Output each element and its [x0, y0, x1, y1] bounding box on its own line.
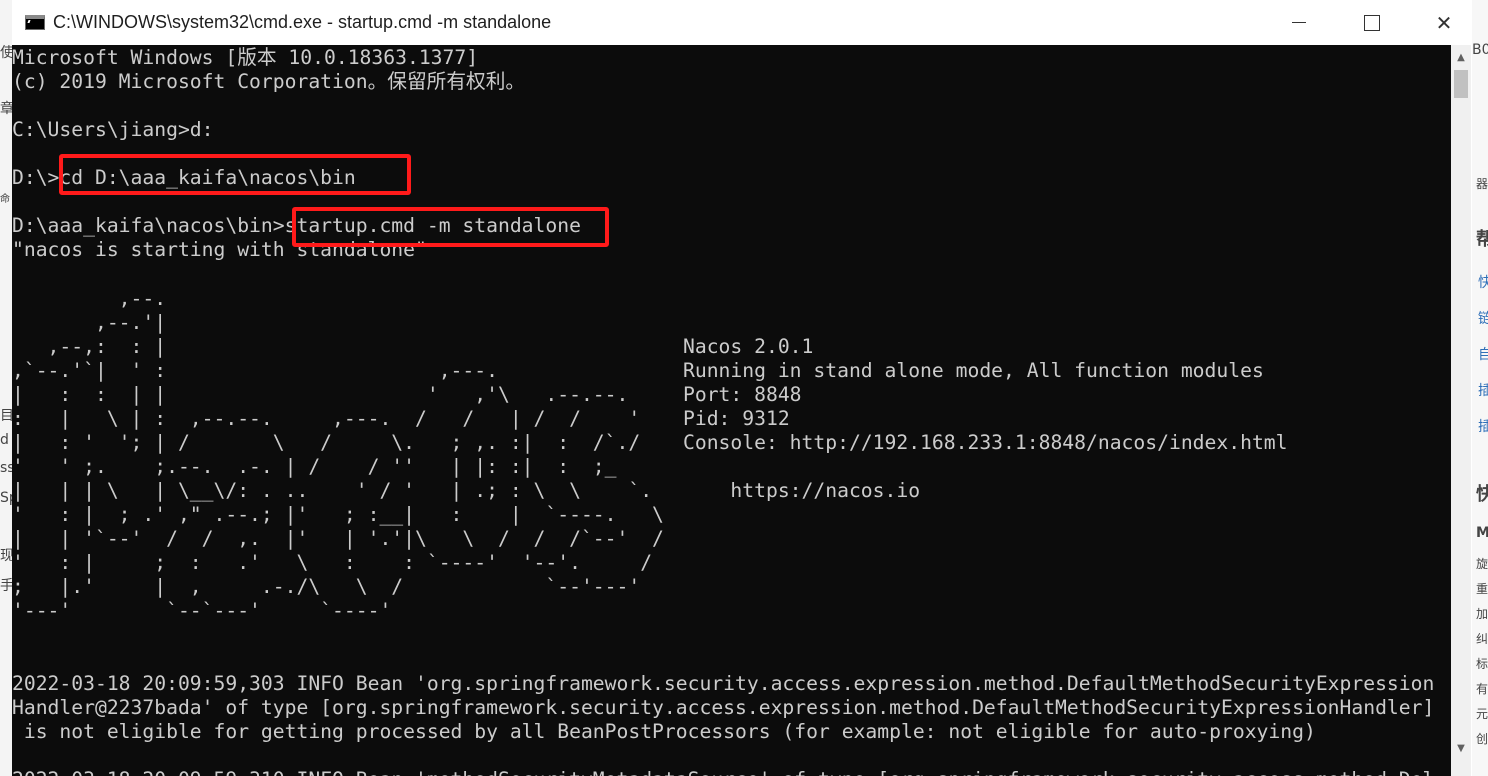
bg-text-fragment: d: [0, 432, 9, 448]
highlight-box-cd-command: [59, 154, 411, 195]
bg-text-fragment: 帮: [1476, 229, 1488, 250]
title-bar[interactable]: C:\WINDOWS\system32\cmd.exe - startup.cm…: [12, 0, 1471, 45]
close-button[interactable]: ✕: [1409, 0, 1471, 45]
bg-text-fragment: 插: [1478, 419, 1488, 435]
bg-text-fragment: 链: [1478, 311, 1488, 327]
bg-text-fragment: 插: [1478, 383, 1488, 399]
bg-text-fragment: 元: [1476, 707, 1488, 721]
bg-text-fragment: 有: [1476, 682, 1488, 696]
maximize-button[interactable]: [1337, 0, 1407, 45]
nacos-ascii-art: ,--. ,--.'| ,--,: : | ,`--.'`| ' : ,---.…: [12, 287, 664, 622]
console-log-output: 2022-03-18 20:09:59,303 INFO Bean 'org.s…: [12, 672, 1435, 776]
bg-text-fragment: 纠: [1476, 632, 1488, 646]
bg-text-fragment: 旋: [1476, 557, 1488, 571]
highlight-box-startup-command: [292, 207, 609, 247]
scroll-up-icon[interactable]: ▲: [1451, 47, 1471, 67]
bg-text-fragment: 创: [1476, 732, 1488, 746]
cmd-icon[interactable]: [25, 15, 45, 30]
vertical-scrollbar[interactable]: ▲ ▼: [1451, 45, 1471, 776]
window-title: C:\WINDOWS\system32\cmd.exe - startup.cm…: [53, 12, 552, 32]
bg-text-fragment: B0: [1472, 42, 1488, 58]
nacos-banner-info: Nacos 2.0.1 Running in stand alone mode,…: [683, 335, 1288, 502]
bg-text-fragment: 重: [1476, 582, 1488, 596]
bg-text-fragment: 标: [1476, 657, 1488, 671]
bg-text-fragment: 器: [1476, 177, 1488, 191]
scroll-down-icon[interactable]: ▼: [1451, 738, 1471, 758]
bg-text-fragment: 加: [1476, 607, 1488, 621]
bg-text-fragment: 命: [0, 194, 10, 205]
close-icon: ✕: [1435, 10, 1453, 35]
bg-text-fragment: Ma: [1476, 525, 1488, 541]
minimize-button[interactable]: [1264, 0, 1334, 45]
cmd-window[interactable]: C:\WINDOWS\system32\cmd.exe - startup.cm…: [12, 0, 1471, 776]
bg-text-fragment: 快: [1476, 484, 1488, 505]
bg-text-fragment: 快: [1478, 275, 1488, 291]
scrollbar-thumb[interactable]: [1454, 70, 1468, 98]
bg-text-fragment: 自: [1478, 347, 1488, 363]
nacos-banner: ,--. ,--.'| ,--,: : | ,`--.'`| ' : ,---.…: [12, 262, 1451, 623]
background-window-right-edge: B0 器 帮 快 链 自 插 插 快 Ma 旋 重 加 纠 标 有 元 创: [1472, 0, 1488, 776]
